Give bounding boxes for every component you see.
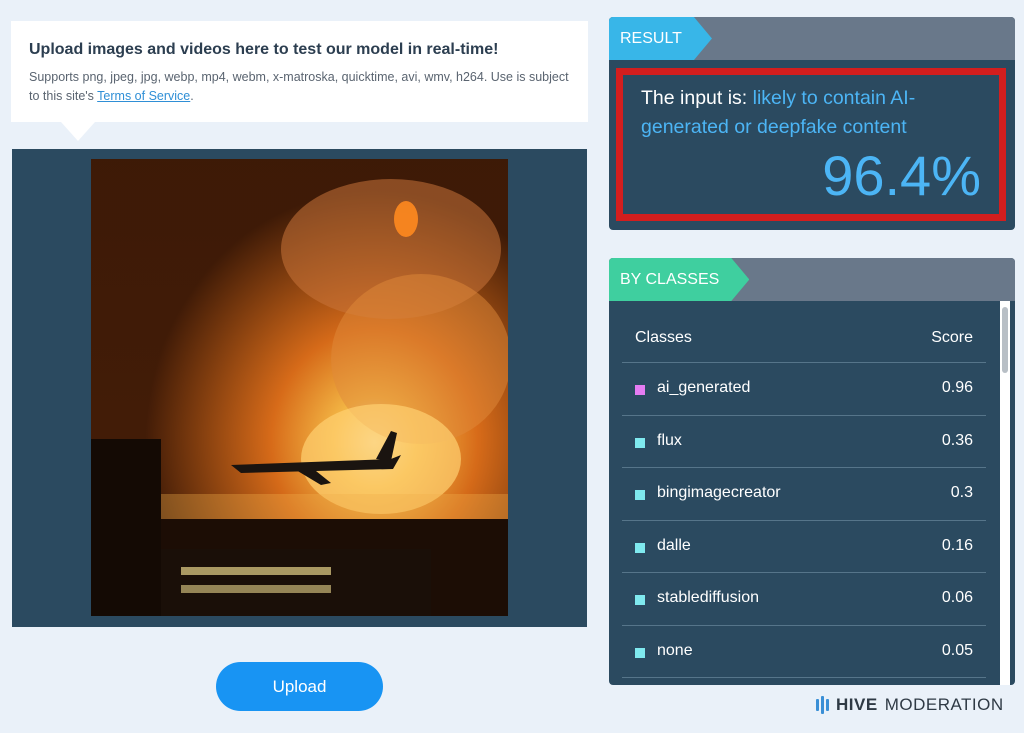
table-row: ai_generated 0.96	[622, 363, 986, 416]
info-period: .	[190, 89, 194, 103]
info-description: Supports png, jpeg, jpg, webp, mp4, webm…	[29, 68, 570, 106]
table-row: flux 0.36	[622, 416, 986, 468]
result-score: 96.4%	[822, 144, 981, 207]
hive-moderation-logo: HIVE MODERATION	[816, 694, 1004, 716]
class-name: ai_generated	[657, 379, 751, 396]
image-preview-panel	[12, 149, 587, 627]
class-name: bingimagecreator	[657, 484, 781, 501]
classes-table: Classes Score ai_generated 0.96 flux 0.3…	[609, 301, 1015, 685]
score-column-header: Score	[931, 329, 973, 346]
class-score: 0.96	[941, 379, 973, 396]
table-row: stablediffusion 0.06	[622, 573, 986, 626]
class-score: 0.05	[941, 641, 973, 659]
class-score: 0.16	[941, 536, 973, 554]
page: Upload images and videos here to test ou…	[0, 0, 1024, 733]
table-row: dalle 0.16	[622, 521, 986, 573]
brand-name-strong: HIVE	[836, 695, 878, 714]
uploaded-image	[91, 159, 508, 616]
class-color-swatch	[635, 437, 645, 448]
by-classes-tab: BY CLASSES	[609, 258, 749, 301]
terms-of-service-link[interactable]: Terms of Service	[97, 89, 190, 103]
class-name: dalle	[657, 536, 691, 554]
upload-info-card: Upload images and videos here to test ou…	[11, 21, 588, 141]
class-name: none	[657, 641, 693, 659]
class-score: 0.3	[950, 484, 973, 501]
class-color-swatch	[635, 490, 645, 500]
class-color-swatch	[635, 385, 645, 395]
result-tab: RESULT	[609, 17, 712, 60]
result-statement: The input is: likely to contain AI-gener…	[641, 84, 984, 142]
classes-scrollbar[interactable]	[1000, 301, 1010, 685]
result-highlight-box: The input is: likely to contain AI-gener…	[616, 68, 1006, 221]
info-title: Upload images and videos here to test ou…	[29, 41, 499, 58]
result-prefix: The input is:	[641, 87, 753, 109]
result-panel-header: RESULT	[609, 17, 1015, 60]
upload-button[interactable]: Upload	[216, 662, 383, 711]
class-name: flux	[657, 431, 682, 449]
brand-name-light: MODERATION	[884, 695, 1004, 714]
table-row: none 0.05	[622, 626, 986, 678]
class-color-swatch	[635, 647, 645, 658]
class-name: stablediffusion	[657, 589, 759, 606]
classes-panel: BY CLASSES Classes Score ai_generated 0.…	[609, 258, 1015, 685]
classes-table-header: Classes Score	[622, 301, 986, 363]
table-row: bingimagecreator 0.3	[622, 468, 986, 521]
result-panel: RESULT The input is: likely to contain A…	[609, 17, 1015, 230]
class-score: 0.36	[941, 431, 973, 449]
hive-logo-icon	[816, 696, 829, 714]
class-color-swatch	[635, 542, 645, 553]
classes-panel-header: BY CLASSES	[609, 258, 1015, 301]
classes-column-header: Classes	[635, 329, 692, 346]
class-score: 0.06	[941, 589, 973, 606]
class-color-swatch	[635, 595, 645, 605]
scrollbar-thumb[interactable]	[1002, 307, 1008, 373]
